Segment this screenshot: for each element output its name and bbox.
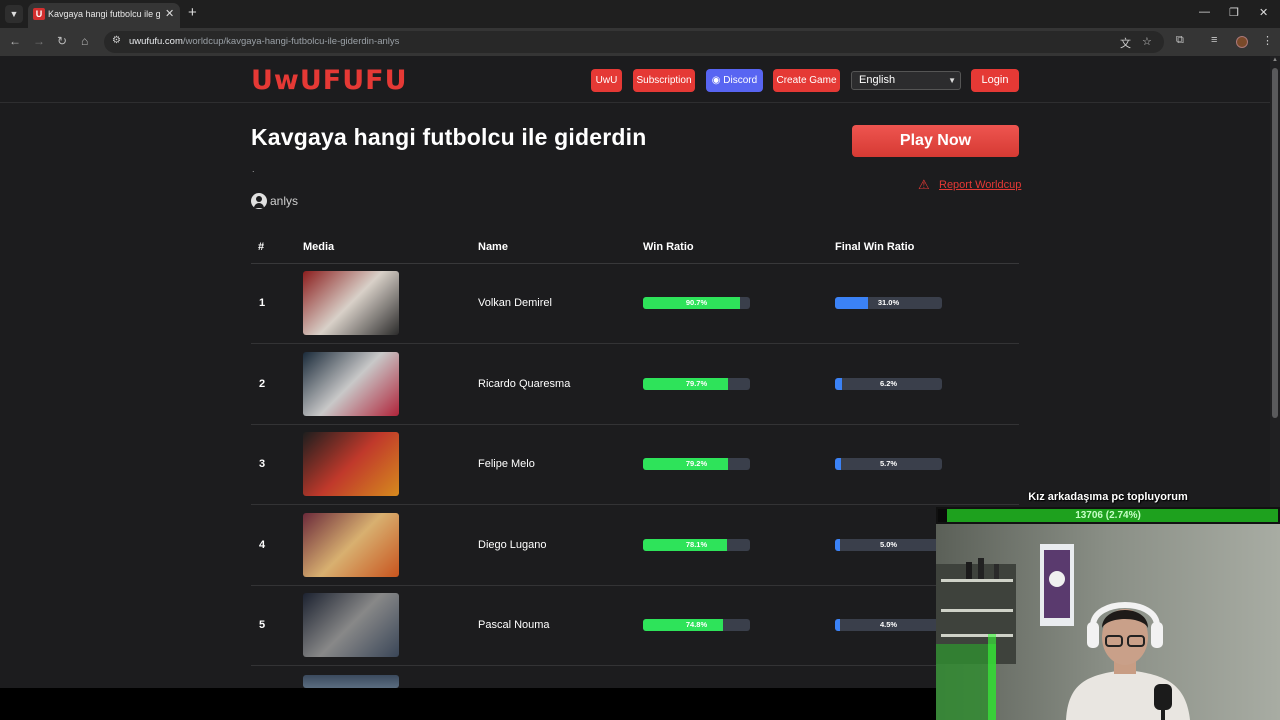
column-header-name: Name [478, 241, 508, 253]
player-thumbnail[interactable] [303, 351, 399, 416]
home-icon[interactable]: ⌂ [81, 34, 88, 48]
player-name: Pascal Nouma [478, 619, 550, 632]
player-name: Felipe Melo [478, 458, 535, 471]
reload-icon[interactable]: ↻ [57, 34, 67, 48]
site-header: UwUFUFU UwU Subscription ◉ Discord Creat… [0, 56, 1270, 103]
player-thumbnail[interactable] [303, 512, 399, 577]
media-controls-icon[interactable]: ≡ [1211, 34, 1217, 46]
window-close-icon[interactable]: ✕ [1259, 6, 1268, 19]
chevron-down-icon: ▼ [948, 76, 956, 85]
scroll-up-icon[interactable]: ▲ [1272, 57, 1278, 63]
rank-cell: 5 [259, 619, 266, 632]
final-win-ratio-value: 5.0% [879, 539, 898, 549]
tab-title: Kavgaya hangi futbolcu ile giderdin [48, 9, 160, 19]
author-name: anlys [270, 194, 299, 208]
final-win-ratio-bar: 31.0% [835, 297, 942, 309]
site-logo[interactable]: UwUFUFU [251, 65, 408, 96]
restore-icon[interactable]: ❐ [1229, 6, 1239, 19]
column-header-media: Media [303, 241, 335, 253]
win-ratio-bar: 78.1% [643, 538, 750, 551]
report-label: Report Worldcup [939, 179, 1022, 191]
player-thumbnail[interactable] [303, 593, 399, 658]
win-ratio-bar: 74.8% [643, 619, 750, 632]
tab-list-icon[interactable]: ▼ [5, 5, 23, 23]
rank-cell: 3 [259, 458, 266, 471]
subscription-button[interactable]: Subscription [633, 69, 695, 92]
win-ratio-value: 74.8% [685, 620, 708, 630]
site-info-icon[interactable]: ⚙ [112, 35, 121, 46]
win-ratio-bar: 79.7% [643, 377, 750, 390]
browser-toolbar: ← → ↻ ⌂ ⚙ uwufufu.com/worldcup/kavgaya-h… [0, 28, 1280, 56]
streamer-webcam [936, 524, 1280, 720]
url-text[interactable]: uwufufu.com/worldcup/kavgaya-hangi-futbo… [129, 36, 399, 47]
url-path: /worldcup/kavgaya-hangi-futbolcu-ile-gid… [182, 36, 400, 47]
table-row: 5 Pascal Nouma 74.8% 4.5% [251, 585, 1019, 667]
player-thumbnail[interactable] [303, 432, 399, 497]
create-game-button[interactable]: Create Game [773, 69, 840, 92]
final-win-ratio-value: 5.7% [879, 459, 898, 469]
discord-label: Discord [723, 75, 758, 86]
win-ratio-value: 78.1% [685, 539, 708, 549]
language-select[interactable]: English ▼ [851, 71, 961, 90]
player-name: Diego Lugano [478, 538, 547, 551]
donation-goal-title: Kız arkadaşıma pc topluyorum [1028, 491, 1188, 503]
back-icon[interactable]: ← [9, 34, 21, 48]
final-win-ratio-value: 31.0% [877, 298, 900, 307]
final-win-ratio-value: 4.5% [879, 620, 898, 630]
minimize-icon[interactable]: — [1199, 6, 1210, 18]
donation-goal-progress: 13706 (2.74%) [1075, 510, 1141, 521]
favicon-icon: U [33, 8, 45, 20]
siren-icon: ⚠ [918, 177, 930, 192]
discord-button[interactable]: ◉ Discord [706, 69, 763, 92]
final-win-ratio-bar: 6.2% [835, 377, 942, 390]
new-tab-icon[interactable]: + [188, 4, 197, 21]
player-thumbnail[interactable] [303, 271, 399, 335]
language-selected: English [859, 74, 896, 86]
win-ratio-bar: 79.2% [643, 458, 750, 471]
uwu-button[interactable]: UwU [591, 69, 622, 92]
table-row: 4 Diego Lugano 78.1% 5.0% [251, 505, 1019, 586]
table-row: 3 Felipe Melo 79.2% 5.7% [251, 424, 1019, 506]
menu-icon[interactable]: ⋮ [1262, 34, 1273, 47]
tab-close-icon[interactable]: ✕ [165, 7, 174, 20]
column-header-rank: # [258, 241, 265, 253]
discord-icon: ◉ [711, 75, 721, 86]
win-ratio-value: 90.7% [685, 298, 708, 307]
player-name: Ricardo Quaresma [478, 377, 571, 390]
player-name: Volkan Demirel [478, 297, 552, 309]
url-host: uwufufu.com [129, 36, 183, 47]
translate-icon[interactable]: 文 [1120, 35, 1131, 51]
scrollbar-thumb[interactable] [1272, 68, 1278, 418]
user-icon [251, 193, 267, 209]
address-bar[interactable]: ⚙ uwufufu.com/worldcup/kavgaya-hangi-fut… [104, 31, 1164, 53]
browser-tab[interactable]: U Kavgaya hangi futbolcu ile giderdin ✕ [28, 3, 180, 28]
win-ratio-value: 79.2% [685, 459, 708, 469]
column-header-final-win-ratio: Final Win Ratio [835, 241, 915, 253]
table-row: 1 Volkan Demirel 90.7% 31.0% [251, 263, 1019, 344]
final-win-ratio-value: 6.2% [879, 378, 898, 388]
donation-goal-bar: 13706 (2.74%) [936, 507, 1280, 524]
rank-cell: 4 [259, 538, 266, 551]
final-win-ratio-bar: 5.7% [835, 458, 942, 471]
rank-cell: 2 [259, 377, 266, 390]
final-win-ratio-bar: 5.0% [835, 538, 942, 551]
win-ratio-bar: 90.7% [643, 297, 750, 309]
bookmark-star-icon[interactable]: ☆ [1142, 35, 1152, 48]
worldcup-description: . [252, 164, 255, 174]
profile-avatar[interactable] [1236, 36, 1248, 48]
forward-icon[interactable]: → [33, 34, 45, 48]
player-thumbnail [303, 675, 399, 688]
page-title: Kavgaya hangi futbolcu ile giderdin [251, 124, 647, 150]
login-button[interactable]: Login [971, 69, 1019, 92]
win-ratio-value: 79.7% [685, 378, 708, 388]
play-now-button[interactable]: Play Now [852, 125, 1019, 157]
extensions-icon[interactable]: ⧉ [1176, 34, 1184, 47]
browser-tabstrip: ▼ U Kavgaya hangi futbolcu ile giderdin … [0, 0, 1280, 28]
column-header-win-ratio: Win Ratio [643, 241, 694, 253]
final-win-ratio-bar: 4.5% [835, 619, 942, 632]
table-row: 2 Ricardo Quaresma 79.7% 6.2% [251, 344, 1019, 425]
rank-cell: 1 [259, 297, 266, 309]
